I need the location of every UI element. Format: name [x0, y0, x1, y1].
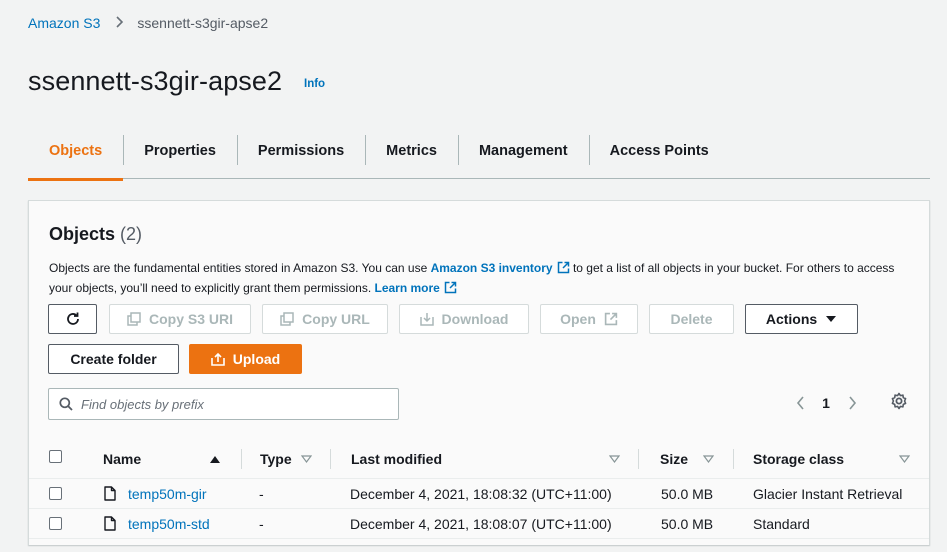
tab-permissions[interactable]: Permissions: [236, 124, 365, 179]
sort-descending-icon[interactable]: [609, 439, 620, 479]
upload-label: Upload: [232, 351, 281, 367]
column-divider: [638, 449, 639, 469]
tab-management[interactable]: Management: [457, 124, 589, 179]
file-icon: [104, 516, 116, 531]
learn-more-link[interactable]: Learn more: [374, 281, 457, 295]
gear-icon[interactable]: [887, 389, 911, 413]
upload-button[interactable]: Upload: [189, 344, 302, 374]
breadcrumb-amazon-s3-link[interactable]: Amazon S3: [28, 15, 100, 31]
chevron-right-icon: [115, 15, 124, 31]
create-folder-button[interactable]: Create folder: [48, 344, 179, 374]
actions-label: Actions: [765, 311, 818, 327]
select-all-checkbox[interactable]: [49, 450, 62, 463]
tab-objects[interactable]: Objects: [28, 124, 124, 181]
breadcrumb: Amazon S3 ssennett-s3gir-apse2: [28, 15, 268, 31]
object-name-link[interactable]: temp50m-gir: [128, 486, 207, 502]
refresh-button[interactable]: [48, 304, 97, 334]
delete-button[interactable]: Delete: [649, 304, 734, 334]
search-box: [48, 388, 399, 420]
column-header-type[interactable]: Type: [260, 439, 292, 479]
object-type-cell: -: [259, 516, 264, 532]
copy-url-button[interactable]: Copy URL: [262, 304, 388, 334]
delete-label: Delete: [670, 311, 713, 327]
column-divider: [733, 449, 734, 469]
chevron-right-icon[interactable]: [839, 396, 865, 410]
download-icon: [419, 313, 434, 326]
row-checkbox[interactable]: [49, 517, 62, 530]
create-folder-label: Create folder: [70, 351, 157, 367]
column-divider: [241, 449, 242, 469]
object-name-cell: temp50m-std: [128, 509, 210, 539]
objects-table: Name Type Last modified Size Storage cla…: [29, 439, 929, 539]
copy-s3-uri-button[interactable]: Copy S3 URI: [109, 304, 251, 334]
objects-panel: Objects (2) Objects are the fundamental …: [28, 200, 930, 545]
object-type-cell: -: [259, 486, 264, 502]
page-number[interactable]: 1: [813, 395, 839, 411]
tab-bar: Objects Properties Permissions Metrics M…: [28, 124, 930, 181]
object-size-cell: 50.0 MB: [661, 516, 714, 532]
object-name-link[interactable]: temp50m-std: [128, 516, 210, 532]
sort-ascending-icon[interactable]: [209, 439, 221, 479]
open-button[interactable]: Open: [540, 304, 638, 334]
table-row[interactable]: temp50m-std - December 4, 2021, 18:08:07…: [29, 509, 929, 539]
refresh-icon: [66, 312, 79, 325]
row-checkbox[interactable]: [49, 487, 62, 500]
copy-s3-uri-label: Copy S3 URI: [148, 311, 233, 327]
table-header: Name Type Last modified Size Storage cla…: [29, 439, 929, 479]
external-link-icon: [444, 281, 457, 294]
sort-descending-icon[interactable]: [301, 439, 312, 479]
column-header-size[interactable]: Size: [660, 439, 688, 479]
objects-count: (2): [120, 224, 143, 244]
learn-more-link-label: Learn more: [374, 281, 440, 295]
object-last-modified-cell: December 4, 2021, 18:08:32 (UTC+11:00): [350, 486, 612, 502]
copy-url-label: Copy URL: [302, 311, 370, 327]
open-label: Open: [560, 311, 596, 327]
copy-icon: [127, 312, 141, 326]
tab-properties[interactable]: Properties: [123, 124, 237, 179]
external-link-icon: [557, 261, 569, 274]
objects-panel-title: Objects (2): [49, 224, 142, 245]
object-storage-class-cell: Glacier Instant Retrieval: [753, 486, 903, 502]
object-last-modified-cell: December 4, 2021, 18:08:07 (UTC+11:00): [350, 516, 612, 532]
pagination: 1: [787, 391, 865, 415]
column-header-storage-class[interactable]: Storage class: [753, 439, 844, 479]
s3-inventory-link-label: Amazon S3 inventory: [430, 261, 553, 275]
desc-text-1: Objects are the fundamental entities sto…: [49, 261, 431, 275]
objects-description: Objects are the fundamental entities sto…: [49, 258, 909, 298]
caret-down-icon: [826, 316, 837, 322]
upload-icon: [210, 352, 225, 366]
breadcrumb-current: ssennett-s3gir-apse2: [137, 15, 269, 31]
object-size-cell: 50.0 MB: [661, 486, 714, 502]
column-divider: [330, 449, 331, 469]
sort-descending-icon[interactable]: [899, 439, 910, 479]
column-header-last-modified[interactable]: Last modified: [351, 439, 442, 479]
copy-icon: [280, 312, 294, 326]
object-storage-class-cell: Standard: [753, 516, 810, 532]
actions-dropdown-button[interactable]: Actions: [745, 304, 858, 334]
search-icon: [59, 397, 73, 411]
download-label: Download: [441, 311, 509, 327]
chevron-left-icon[interactable]: [787, 396, 813, 410]
tab-access-points[interactable]: Access Points: [588, 124, 730, 179]
sort-descending-icon[interactable]: [703, 439, 714, 479]
tab-metrics[interactable]: Metrics: [365, 124, 458, 179]
objects-title-text: Objects: [49, 224, 116, 244]
table-row[interactable]: temp50m-gir - December 4, 2021, 18:08:32…: [29, 479, 929, 509]
page-title: ssennett-s3gir-apse2: [28, 66, 283, 96]
object-name-cell: temp50m-gir: [128, 479, 207, 509]
info-link[interactable]: Info: [304, 78, 325, 90]
s3-inventory-link[interactable]: Amazon S3 inventory: [431, 261, 570, 275]
column-header-name[interactable]: Name: [103, 439, 141, 479]
file-icon: [104, 486, 116, 501]
download-button[interactable]: Download: [399, 304, 529, 334]
search-input[interactable]: [81, 396, 381, 412]
external-link-icon: [604, 312, 618, 326]
